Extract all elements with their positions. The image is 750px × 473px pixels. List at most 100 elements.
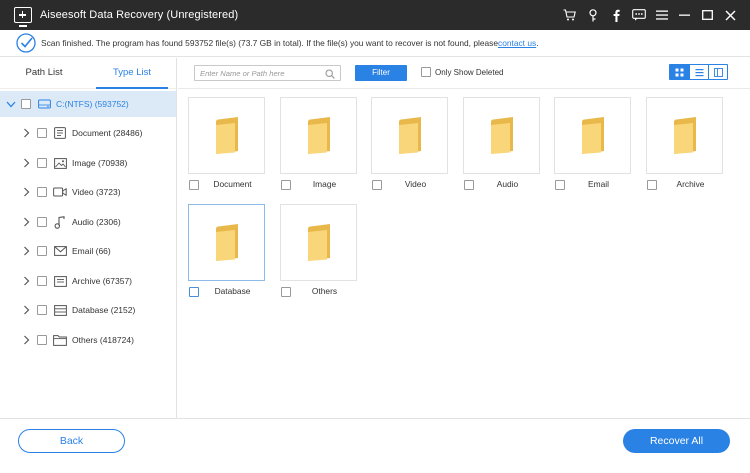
folder-label: Audio — [496, 179, 519, 189]
folder-tile-image[interactable] — [280, 97, 357, 174]
search-box — [194, 65, 341, 81]
filter-button[interactable]: Filter — [355, 65, 407, 81]
feedback-icon[interactable] — [627, 0, 650, 30]
tree-item-image[interactable]: Image (70938) — [0, 151, 127, 175]
tree-item-email[interactable]: Email (66) — [0, 239, 111, 263]
folder-checkbox[interactable] — [555, 180, 565, 190]
facebook-icon[interactable] — [604, 0, 627, 30]
folder-item-audio[interactable]: Audio — [463, 179, 540, 190]
folder-icon — [398, 116, 421, 154]
tree-item-label: Archive (67357) — [72, 276, 133, 286]
tree-item-checkbox[interactable] — [37, 335, 47, 345]
folder-item-document[interactable]: Document — [188, 179, 265, 190]
folder-icon — [307, 116, 330, 154]
scan-status-message: Scan finished. The program has found 593… — [41, 38, 498, 48]
folder-label: Email — [588, 179, 609, 189]
chevron-down-icon[interactable] — [6, 99, 16, 109]
folder-item-video[interactable]: Video — [371, 179, 448, 190]
tree-item-checkbox[interactable] — [37, 187, 47, 197]
toolbar: Filter Only Show Deleted — [178, 58, 750, 89]
tree-root-label: C:(NTFS) (593752) — [56, 99, 129, 109]
folder-item-database[interactable]: Database — [188, 286, 265, 297]
only-show-deleted-label: Only Show Deleted — [435, 67, 504, 77]
folder-tile-audio[interactable] — [463, 97, 540, 174]
tree-item-checkbox[interactable] — [37, 158, 47, 168]
scan-status-bar: Scan finished. The program has found 593… — [0, 30, 750, 57]
tab-path-list[interactable]: Path List — [0, 58, 88, 88]
key-icon[interactable] — [581, 0, 604, 30]
minimize-icon[interactable] — [673, 0, 696, 30]
folder-tile-others[interactable] — [280, 204, 357, 281]
tree-item-database[interactable]: Database (2152) — [0, 298, 135, 322]
folder-label: Image — [312, 179, 337, 189]
image-icon — [53, 157, 67, 169]
folder-icon — [490, 116, 513, 154]
chevron-right-icon[interactable] — [21, 246, 31, 256]
folder-checkbox[interactable] — [464, 180, 474, 190]
back-button[interactable]: Back — [18, 429, 125, 453]
folder-tile-document[interactable] — [188, 97, 265, 174]
search-input[interactable] — [195, 68, 320, 78]
footer-bar: Back Recover All — [0, 418, 750, 473]
tree-item-checkbox[interactable] — [37, 305, 47, 315]
folder-checkbox[interactable] — [372, 180, 382, 190]
archive-icon — [53, 275, 67, 287]
folder-icon — [215, 223, 238, 261]
chevron-right-icon[interactable] — [21, 217, 31, 227]
folder-item-archive[interactable]: Archive — [646, 179, 723, 190]
chevron-right-icon[interactable] — [21, 276, 31, 286]
only-show-deleted-toggle[interactable]: Only Show Deleted — [421, 67, 503, 77]
recover-all-button[interactable]: Recover All — [623, 429, 730, 453]
folder-checkbox[interactable] — [189, 287, 199, 297]
chevron-right-icon[interactable] — [21, 335, 31, 345]
folder-checkbox[interactable] — [281, 287, 291, 297]
tree-item-label: Audio (2306) — [72, 217, 121, 227]
folder-item-email[interactable]: Email — [554, 179, 631, 190]
tree-item-document[interactable]: Document (28486) — [0, 121, 142, 145]
folder-item-image[interactable]: Image — [280, 179, 357, 190]
folder-tile-archive[interactable] — [646, 97, 723, 174]
window-title: Aiseesoft Data Recovery (Unregistered) — [40, 9, 239, 21]
folder-checkbox[interactable] — [647, 180, 657, 190]
email-icon — [53, 245, 67, 257]
tree-item-audio[interactable]: Audio (2306) — [0, 210, 121, 234]
chevron-right-icon[interactable] — [21, 128, 31, 138]
title-bar-controls — [558, 0, 742, 30]
folder-checkbox[interactable] — [189, 180, 199, 190]
scan-complete-icon — [16, 33, 36, 53]
folder-item-others[interactable]: Others — [280, 286, 357, 297]
chevron-right-icon[interactable] — [21, 305, 31, 315]
tree-item-checkbox[interactable] — [37, 276, 47, 286]
tree-item-video[interactable]: Video (3723) — [0, 180, 121, 204]
tree-item-label: Email (66) — [72, 246, 111, 256]
contact-us-link[interactable]: contact us — [498, 38, 536, 48]
tree-item-archive[interactable]: Archive (67357) — [0, 269, 132, 293]
cart-icon[interactable] — [558, 0, 581, 30]
tab-type-list[interactable]: Type List — [88, 58, 176, 89]
tree-item-others[interactable]: Others (418724) — [0, 328, 134, 352]
search-icon[interactable] — [325, 69, 335, 79]
video-icon — [53, 186, 67, 198]
tree-item-checkbox[interactable] — [37, 217, 47, 227]
folder-tile-video[interactable] — [371, 97, 448, 174]
folder-tile-email[interactable] — [554, 97, 631, 174]
tree-item-checkbox[interactable] — [37, 128, 47, 138]
tree-item-label: Video (3723) — [72, 187, 121, 197]
tree-item-label: Others (418724) — [72, 335, 134, 345]
grid-view-icon[interactable] — [670, 65, 689, 79]
menu-icon[interactable] — [650, 0, 673, 30]
tree-root-drive[interactable]: C:(NTFS) (593752) — [0, 91, 176, 117]
maximize-icon[interactable] — [696, 0, 719, 30]
tree-item-checkbox[interactable] — [37, 246, 47, 256]
chevron-right-icon[interactable] — [21, 187, 31, 197]
sidebar-tabs: Path List Type List — [0, 58, 176, 89]
close-icon[interactable] — [719, 0, 742, 30]
folder-icon — [673, 116, 696, 154]
folder-tile-database[interactable] — [188, 204, 265, 281]
detail-view-icon[interactable] — [708, 65, 727, 79]
only-show-deleted-checkbox[interactable] — [421, 67, 431, 77]
tree-root-checkbox[interactable] — [21, 99, 31, 109]
folder-checkbox[interactable] — [281, 180, 291, 190]
list-view-icon[interactable] — [689, 65, 708, 79]
chevron-right-icon[interactable] — [21, 158, 31, 168]
